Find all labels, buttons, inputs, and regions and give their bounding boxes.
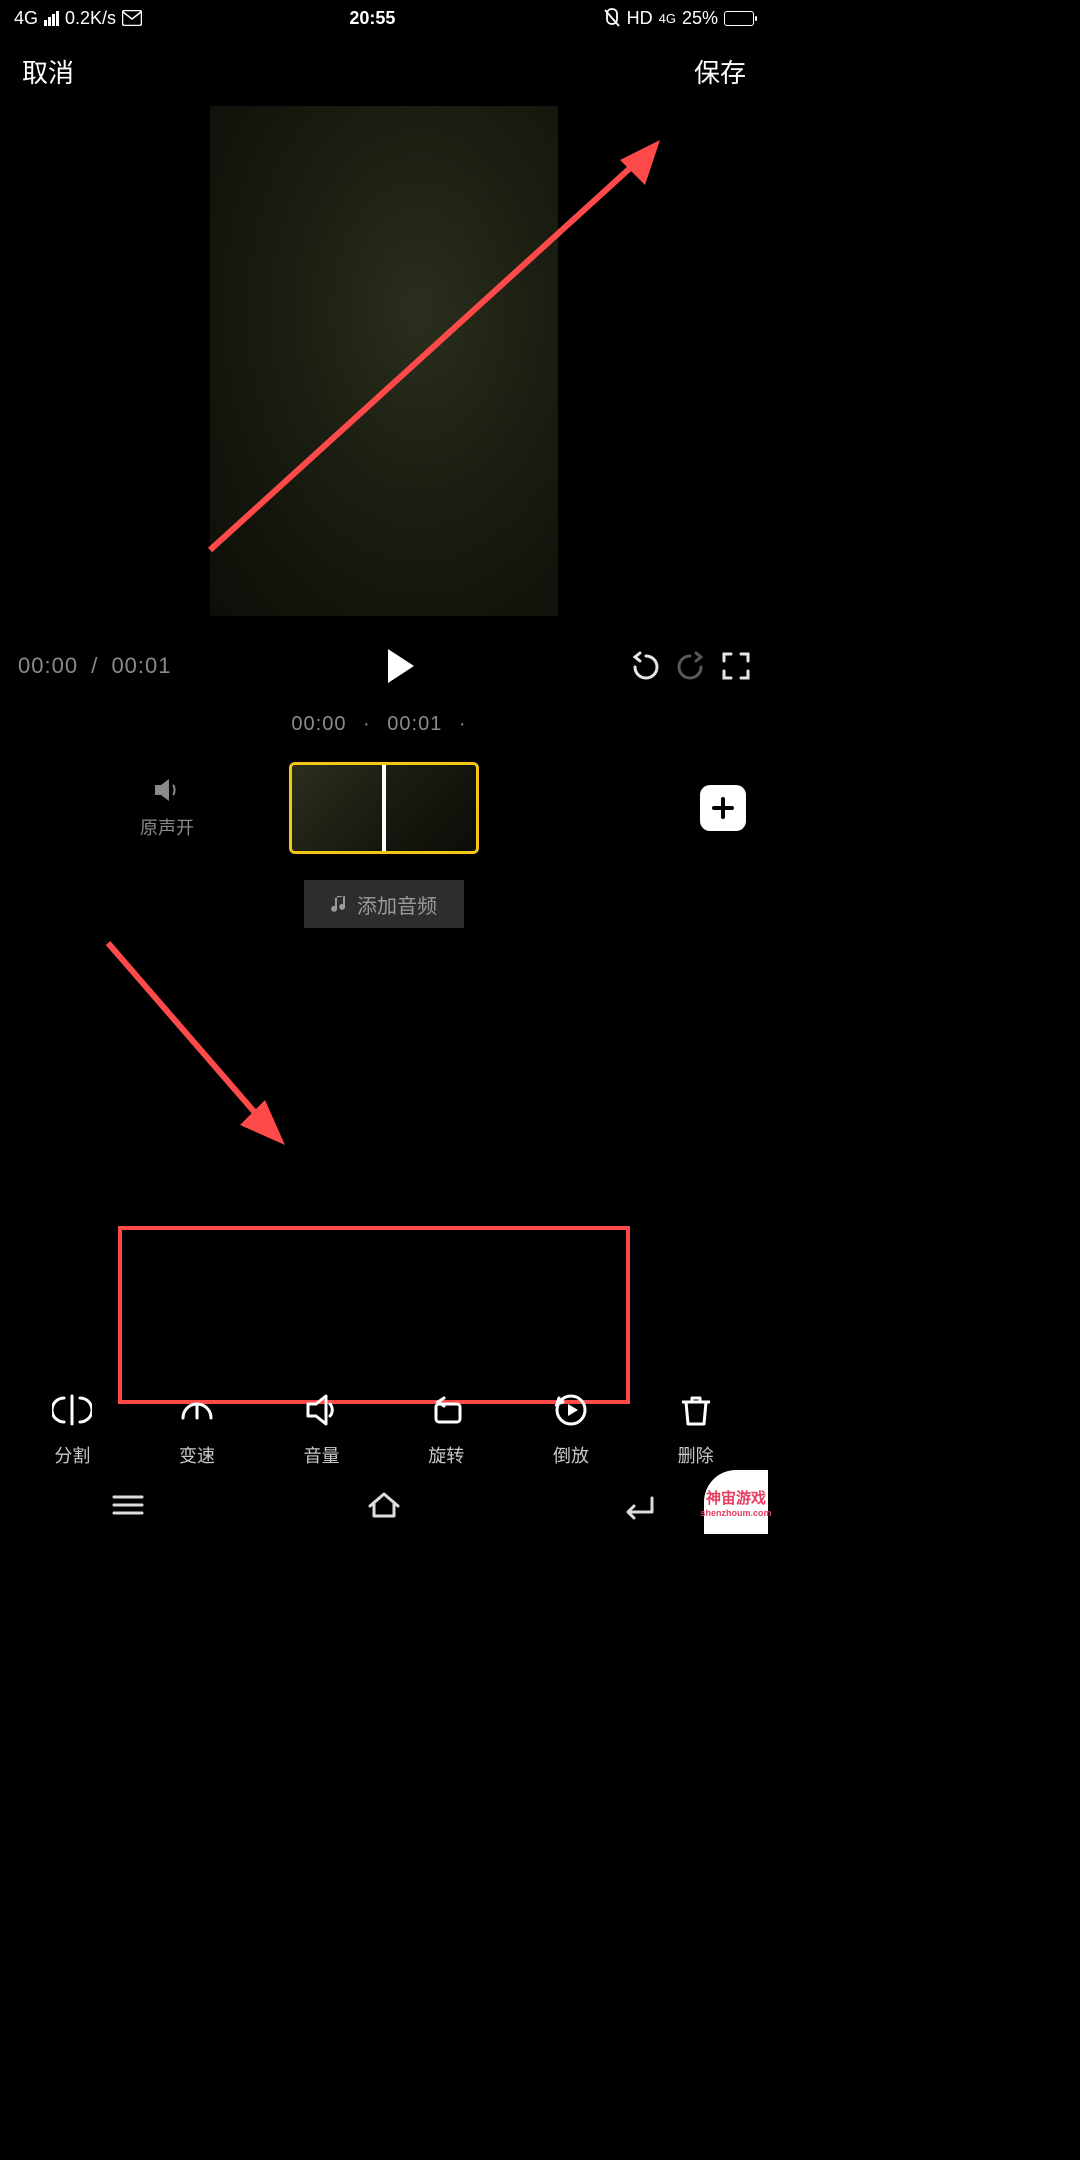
- watermark-badge: 神宙游戏 shenzhoum.com: [704, 1470, 768, 1534]
- add-audio-label: 添加音频: [357, 890, 437, 919]
- tick-dot: ·: [363, 713, 371, 735]
- tool-volume-label: 音量: [304, 1442, 340, 1468]
- timeline-ticks: 00:00 · 00:01 ·: [0, 713, 768, 736]
- split-icon: [52, 1390, 92, 1430]
- save-button[interactable]: 保存: [694, 53, 746, 90]
- original-sound-label: 原声开: [140, 814, 194, 840]
- editor-header: 取消 保存: [0, 36, 768, 106]
- signal-icon: [44, 11, 59, 26]
- tool-split[interactable]: 分割: [52, 1390, 92, 1468]
- fullscreen-button[interactable]: [722, 652, 750, 680]
- original-sound-toggle[interactable]: 原声开: [140, 777, 194, 840]
- watermark-title: 神宙游戏: [706, 1487, 766, 1508]
- edit-toolbar: 分割 变速 音量 旋转 倒放 删除: [0, 1390, 768, 1468]
- tool-rotate[interactable]: 旋转: [426, 1390, 466, 1468]
- system-navbar: [0, 1478, 768, 1536]
- redo-button[interactable]: [676, 651, 706, 681]
- battery-icon: [724, 11, 754, 26]
- tool-reverse-label: 倒放: [553, 1442, 589, 1468]
- nav-recent-button[interactable]: [108, 1490, 148, 1525]
- time-total: 00:01: [111, 653, 171, 678]
- preview-area: [0, 106, 768, 631]
- music-note-icon: [331, 894, 349, 914]
- time-sep: /: [91, 653, 98, 678]
- network-speed: 0.2K/s: [65, 8, 116, 29]
- rotate-icon: [426, 1390, 466, 1430]
- tool-reverse[interactable]: 倒放: [551, 1390, 591, 1468]
- video-clip[interactable]: [289, 762, 479, 854]
- status-bar: 4G 0.2K/s 20:55 HD 4G 25%: [0, 0, 768, 36]
- hd-label: HD: [627, 8, 653, 29]
- undo-button[interactable]: [630, 651, 660, 681]
- trash-icon: [676, 1390, 716, 1430]
- playhead[interactable]: [382, 762, 386, 854]
- watermark-sub: shenzhoum.com: [701, 1508, 772, 1518]
- play-button[interactable]: [386, 649, 416, 683]
- status-left: 4G 0.2K/s: [14, 8, 142, 29]
- tick-dot-2: ·: [459, 713, 467, 735]
- mail-icon: [122, 10, 142, 26]
- video-preview[interactable]: [210, 106, 558, 616]
- time-current: 00:00: [18, 653, 78, 678]
- tick-start: 00:00: [291, 713, 346, 735]
- annotation-arrow-tools: [100, 935, 300, 1165]
- cancel-button[interactable]: 取消: [22, 53, 74, 90]
- speaker-icon: [153, 777, 181, 803]
- add-clip-button[interactable]: [700, 785, 746, 831]
- tool-speed-label: 变速: [179, 1442, 215, 1468]
- tool-delete-label: 删除: [678, 1442, 714, 1468]
- status-time: 20:55: [349, 8, 395, 29]
- battery-percent: 25%: [682, 8, 718, 29]
- tool-split-label: 分割: [54, 1442, 90, 1468]
- plus-icon: [712, 797, 734, 819]
- speed-icon: [177, 1390, 217, 1430]
- add-audio-button[interactable]: 添加音频: [304, 880, 464, 928]
- tick-end: 00:01: [387, 713, 442, 735]
- tool-delete[interactable]: 删除: [676, 1390, 716, 1468]
- tool-volume[interactable]: 音量: [302, 1390, 342, 1468]
- nav-back-button[interactable]: [620, 1490, 660, 1525]
- mute-icon: [603, 8, 621, 28]
- network-type-2: 4G: [659, 12, 676, 25]
- volume-icon: [302, 1390, 342, 1430]
- annotation-highlight-box: [118, 1226, 630, 1404]
- reverse-icon: [551, 1390, 591, 1430]
- timeline-row: 原声开: [0, 758, 768, 858]
- tool-rotate-label: 旋转: [428, 1442, 464, 1468]
- tool-speed[interactable]: 变速: [177, 1390, 217, 1468]
- time-display: 00:00 / 00:01: [18, 653, 172, 679]
- network-type: 4G: [14, 8, 38, 29]
- status-right: HD 4G 25%: [603, 8, 754, 29]
- player-controls: 00:00 / 00:01: [0, 631, 768, 691]
- nav-home-button[interactable]: [364, 1490, 404, 1525]
